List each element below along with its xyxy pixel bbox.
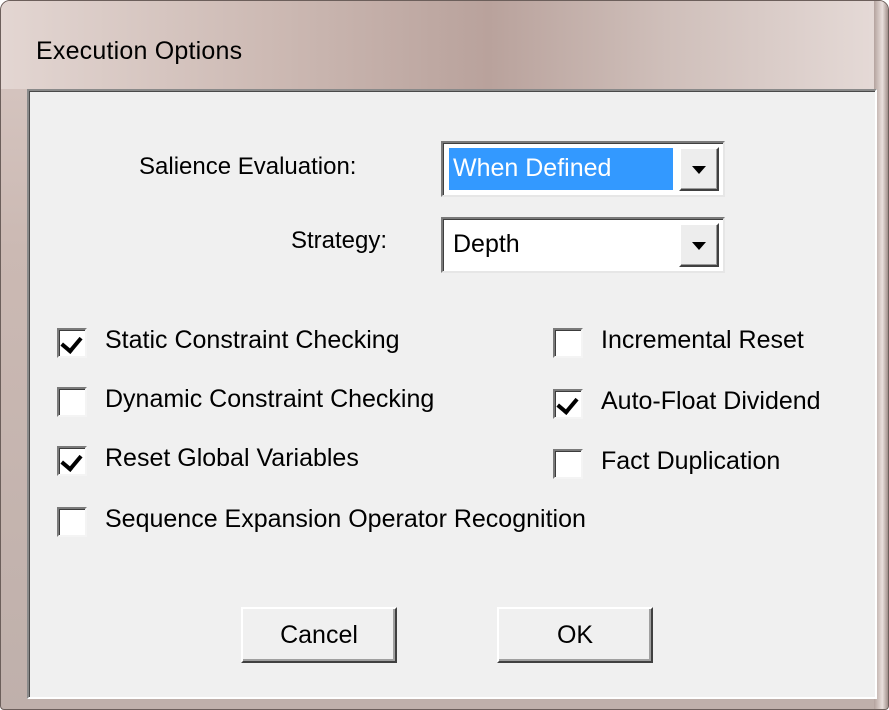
reset-global-variables-option[interactable]: Reset Global Variables	[57, 444, 437, 486]
auto-float-dividend-checkbox[interactable]	[553, 389, 583, 419]
incremental-reset-checkbox[interactable]	[553, 328, 583, 358]
chevron-down-icon	[692, 166, 706, 174]
title-bar[interactable]: Execution Options	[1, 1, 888, 89]
dynamic-constraint-checkbox[interactable]	[57, 387, 87, 417]
reset-global-variables-label: Reset Global Variables	[105, 444, 359, 472]
auto-float-dividend-option[interactable]: Auto-Float Dividend	[553, 387, 853, 429]
salience-evaluation-label: Salience Evaluation:	[139, 153, 357, 180]
ok-button[interactable]: OK	[497, 607, 653, 663]
salience-dropdown-button[interactable]	[679, 147, 719, 191]
strategy-dropdown-button[interactable]	[679, 223, 719, 267]
cancel-button[interactable]: Cancel	[241, 607, 397, 663]
sequence-expansion-option[interactable]: Sequence Expansion Operator Recognition	[57, 505, 657, 547]
dialog-body: Salience Evaluation: When Defined Strate…	[27, 89, 877, 699]
salience-evaluation-dropdown[interactable]: When Defined	[441, 141, 725, 197]
sequence-expansion-label: Sequence Expansion Operator Recognition	[105, 505, 586, 533]
static-constraint-checkbox[interactable]	[57, 328, 87, 358]
sequence-expansion-checkbox[interactable]	[57, 507, 87, 537]
fact-duplication-checkbox[interactable]	[553, 449, 583, 479]
auto-float-dividend-label: Auto-Float Dividend	[601, 387, 821, 415]
checkmark-icon	[556, 392, 579, 415]
strategy-label: Strategy:	[291, 227, 388, 254]
incremental-reset-label: Incremental Reset	[601, 326, 804, 354]
salience-evaluation-value: When Defined	[449, 148, 673, 190]
execution-options-dialog: Execution Options Salience Evaluation: W…	[0, 0, 889, 710]
dialog-title: Execution Options	[36, 37, 243, 65]
reset-global-variables-checkbox[interactable]	[57, 446, 87, 476]
strategy-value: Depth	[453, 230, 520, 258]
chevron-down-icon	[692, 242, 706, 250]
dynamic-constraint-checking-option[interactable]: Dynamic Constraint Checking	[57, 385, 497, 427]
incremental-reset-option[interactable]: Incremental Reset	[553, 326, 853, 368]
fact-duplication-label: Fact Duplication	[601, 447, 781, 475]
checkmark-icon	[60, 331, 83, 354]
strategy-dropdown[interactable]: Depth	[441, 217, 725, 273]
fact-duplication-option[interactable]: Fact Duplication	[553, 447, 853, 489]
checkmark-icon	[60, 449, 83, 472]
static-constraint-checking-option[interactable]: Static Constraint Checking	[57, 326, 477, 368]
dynamic-constraint-label: Dynamic Constraint Checking	[105, 385, 435, 413]
static-constraint-label: Static Constraint Checking	[105, 326, 400, 354]
